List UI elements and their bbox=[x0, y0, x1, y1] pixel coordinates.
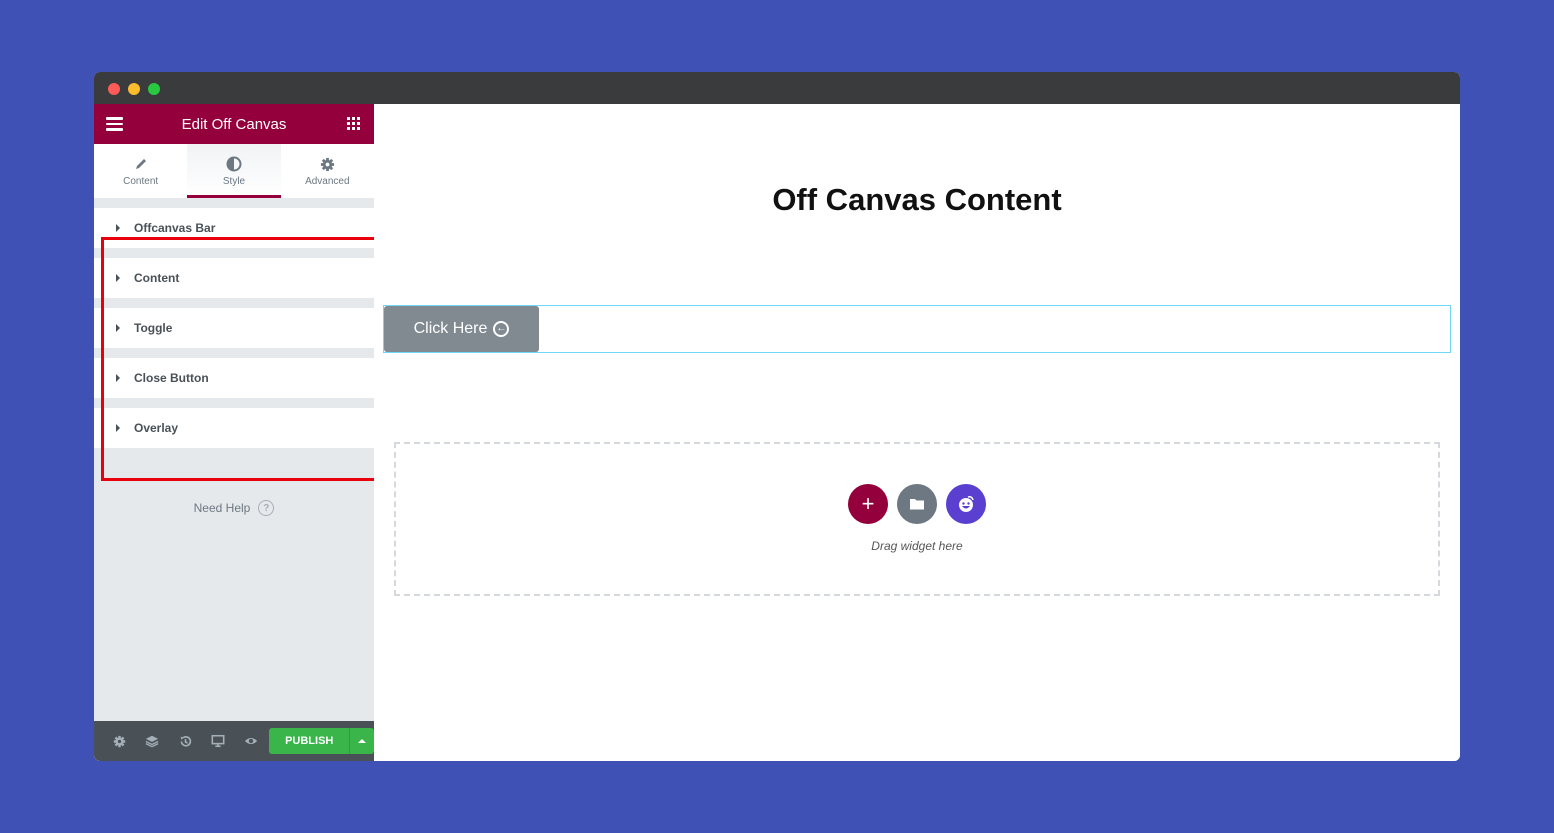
section-overlay[interactable]: Overlay bbox=[94, 408, 374, 448]
drag-widget-hint: Drag widget here bbox=[871, 539, 963, 553]
title-bar bbox=[94, 72, 1460, 104]
caret-right-icon bbox=[116, 224, 120, 232]
section-label: Overlay bbox=[134, 421, 179, 435]
gear-icon bbox=[320, 155, 335, 173]
plus-icon: + bbox=[861, 491, 875, 516]
section-offcanvas-bar[interactable]: Offcanvas Bar bbox=[94, 208, 374, 248]
preview-canvas: Off Canvas Content Click Here ← + Drag w… bbox=[374, 104, 1460, 761]
settings-icon[interactable] bbox=[103, 721, 136, 761]
section-label: Content bbox=[134, 271, 180, 285]
button-label: Click Here bbox=[413, 320, 488, 337]
panel-footer: PUBLISH bbox=[94, 721, 374, 761]
smiley-icon bbox=[959, 496, 974, 512]
editor-panel: Edit Off Canvas Content Style Advanced O… bbox=[94, 104, 377, 761]
tab-advanced[interactable]: Advanced bbox=[281, 144, 374, 198]
responsive-icon[interactable] bbox=[202, 721, 235, 761]
section-label: Toggle bbox=[134, 321, 173, 335]
tab-label: Style bbox=[222, 176, 246, 187]
caret-right-icon bbox=[116, 274, 120, 282]
tab-label: Advanced bbox=[305, 176, 350, 187]
publish-options-button[interactable] bbox=[349, 728, 374, 754]
caret-right-icon bbox=[116, 374, 120, 382]
section-toggle[interactable]: Toggle bbox=[94, 308, 374, 348]
pencil-icon bbox=[134, 155, 148, 173]
tab-style[interactable]: Style bbox=[187, 144, 281, 198]
caret-right-icon bbox=[116, 324, 120, 332]
close-window-button[interactable] bbox=[108, 83, 120, 95]
maximize-window-button[interactable] bbox=[148, 83, 160, 95]
preview-icon[interactable] bbox=[235, 721, 268, 761]
drop-zone[interactable]: + Drag widget here bbox=[394, 442, 1440, 596]
help-label: Need Help bbox=[193, 501, 251, 515]
section-close-button[interactable]: Close Button bbox=[94, 358, 374, 398]
folder-icon bbox=[910, 499, 924, 510]
add-section-button[interactable]: + bbox=[848, 484, 888, 524]
minimize-window-button[interactable] bbox=[128, 83, 140, 95]
tab-content[interactable]: Content bbox=[94, 144, 187, 198]
grid-icon[interactable] bbox=[347, 117, 360, 130]
half-circle-icon bbox=[226, 155, 242, 173]
publish-button[interactable]: PUBLISH bbox=[269, 728, 350, 754]
need-help-link[interactable]: Need Help ? bbox=[94, 500, 374, 516]
click-here-button[interactable]: Click Here ← bbox=[384, 306, 539, 352]
caret-right-icon bbox=[116, 424, 120, 432]
section-content[interactable]: Content bbox=[94, 258, 374, 298]
section-label: Close Button bbox=[134, 371, 209, 385]
question-icon: ? bbox=[258, 500, 275, 516]
add-template-button[interactable] bbox=[897, 484, 937, 524]
panel-title: Edit Off Canvas bbox=[181, 115, 287, 133]
style-sections: Offcanvas Bar Content Toggle Close Butto… bbox=[94, 208, 374, 448]
hamburger-icon[interactable] bbox=[106, 117, 123, 131]
tab-label: Content bbox=[123, 176, 159, 187]
arrow-circle-left-icon: ← bbox=[493, 321, 510, 337]
selected-widget[interactable]: Click Here ← bbox=[383, 305, 1451, 353]
caret-up-icon bbox=[358, 739, 367, 743]
section-label: Offcanvas Bar bbox=[134, 221, 216, 235]
layers-icon[interactable] bbox=[136, 721, 169, 761]
essential-addons-button[interactable] bbox=[946, 484, 986, 524]
browser-window: Edit Off Canvas Content Style Advanced O… bbox=[94, 72, 1460, 761]
canvas-heading: Off Canvas Content bbox=[772, 182, 1062, 217]
panel-tabs: Content Style Advanced bbox=[94, 144, 374, 199]
history-icon[interactable] bbox=[169, 721, 202, 761]
panel-header: Edit Off Canvas bbox=[94, 104, 374, 144]
